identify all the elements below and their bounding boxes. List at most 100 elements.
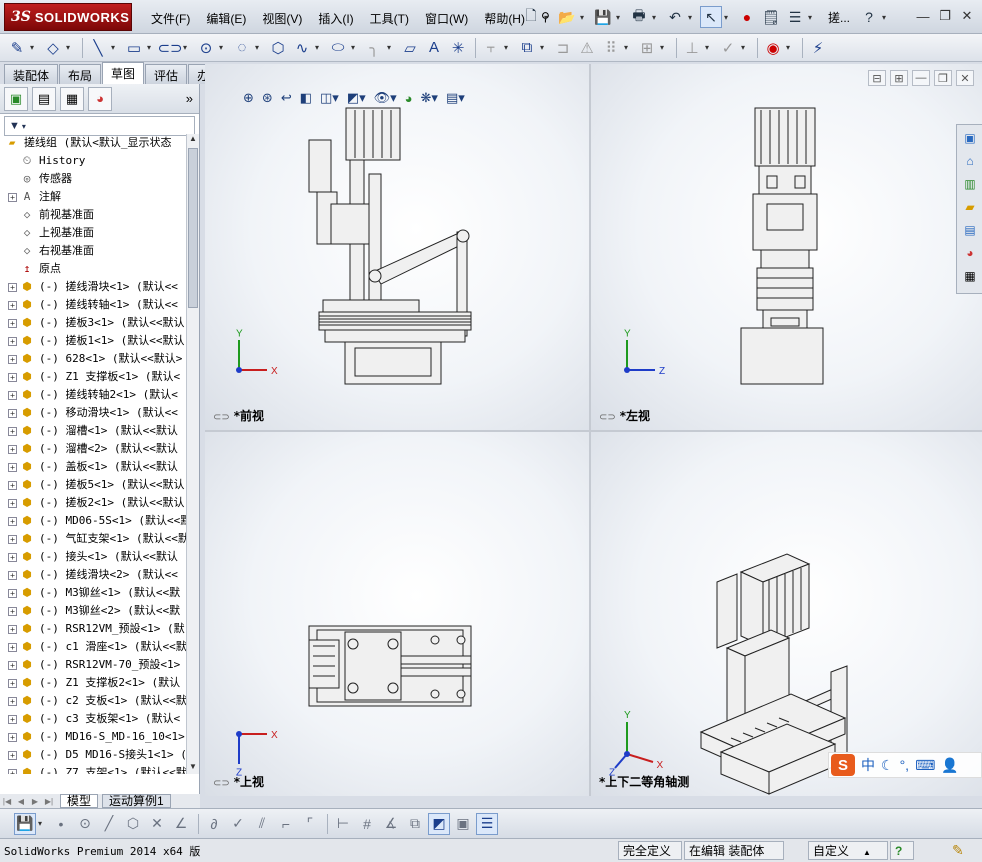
feature-tree-tab-icon[interactable]: ▣ xyxy=(4,86,28,111)
smart-dimension-icon[interactable]: ◇ xyxy=(42,37,64,59)
solidworks-logo[interactable]: 3S SOLIDWORKS xyxy=(4,3,132,31)
last-tab-icon[interactable]: ▶| xyxy=(42,797,56,806)
tree-expand-icon[interactable]: + xyxy=(8,696,17,706)
menu-edit[interactable]: 编辑(E) xyxy=(200,8,252,29)
open-folder-icon[interactable]: 📂 xyxy=(556,6,578,28)
fillet-icon[interactable]: ╮ xyxy=(363,37,385,59)
tree-expand-icon[interactable]: + xyxy=(8,570,17,580)
dimension-dropdown[interactable]: ▾ xyxy=(66,43,74,52)
menu-view[interactable]: 视图(V) xyxy=(256,8,308,29)
angle-dim-small-icon[interactable]: ∡ xyxy=(380,813,402,835)
tree-item[interactable]: ⏲ History xyxy=(0,152,186,170)
configuration-manager-tab-icon[interactable]: ▦ xyxy=(60,86,84,111)
tree-item[interactable]: + ⬢ (-) c1 滑座<1> (默认<<默 xyxy=(0,638,186,656)
tree-item[interactable]: + ⬢ (-) c2 支板<1> (默认<<默 xyxy=(0,692,186,710)
tree-expand-icon[interactable]: + xyxy=(8,750,17,760)
tree-display-icon[interactable]: ☰ xyxy=(476,812,498,835)
tree-scrollbar[interactable]: ▲ ▼ xyxy=(186,134,199,774)
dashed-corner-small-icon[interactable]: ⌜ xyxy=(299,813,321,835)
ime-moon-icon[interactable]: ☾ xyxy=(881,757,894,774)
tab-layout[interactable]: 布局 xyxy=(59,64,102,84)
restore-icon[interactable]: ❐ xyxy=(934,6,956,26)
tree-item[interactable]: ◇ 上视基准面 xyxy=(0,224,186,242)
polygon-small-icon[interactable]: ⬡ xyxy=(122,813,144,835)
point-icon[interactable]: ✳ xyxy=(447,37,469,59)
tree-expand-icon[interactable]: + xyxy=(8,714,17,724)
point-small-icon[interactable]: • xyxy=(50,813,72,835)
mirror-icon[interactable]: ⚠ xyxy=(576,37,598,59)
relations-dropdown[interactable]: ▾ xyxy=(705,43,713,52)
tree-expand-icon[interactable]: + xyxy=(8,426,17,436)
circle-small-icon[interactable]: ⊙ xyxy=(74,813,96,835)
new-document-icon[interactable]: 🗋 xyxy=(520,6,542,28)
tree-item[interactable]: + ⬢ (-) 搓线转轴<1> (默认<< xyxy=(0,296,186,314)
menu-file[interactable]: 文件(F) xyxy=(145,8,196,29)
link-views-icon[interactable]: ⊂⊃ xyxy=(599,412,616,423)
select-arrow-icon[interactable]: ↖ xyxy=(700,6,722,28)
tree-item[interactable]: + ⬢ (-) 溜槽<2> (默认<<默认 xyxy=(0,440,186,458)
tree-expand-icon[interactable]: + xyxy=(8,372,17,382)
rebuild-traffic-light-icon[interactable]: ● xyxy=(736,6,758,28)
print-icon[interactable]: 🖶 xyxy=(628,6,650,28)
help-question-icon[interactable]: ? xyxy=(858,6,880,28)
tree-item[interactable]: + ⬢ (-) RSR12VM_预設<1> (默 xyxy=(0,620,186,638)
ellipse-dropdown[interactable]: ▾ xyxy=(351,43,359,52)
tree-item[interactable]: + ⬢ (-) RSR12VM-70_预設<1> xyxy=(0,656,186,674)
help-button[interactable]: ? xyxy=(890,841,914,860)
tree-expand-icon[interactable]: + xyxy=(8,318,17,328)
cube-outline-small-icon[interactable]: ⧉ xyxy=(404,813,426,835)
parallel-small-icon[interactable]: ⫽ xyxy=(251,813,273,835)
spline-dropdown[interactable]: ▾ xyxy=(315,43,323,52)
sketch-icon[interactable]: ✎ xyxy=(6,37,28,59)
line-icon[interactable]: ╲ xyxy=(87,37,109,59)
dimension-small-icon[interactable]: ⊢ xyxy=(332,813,354,835)
tree-expand-icon[interactable]: + xyxy=(8,354,17,364)
tree-item[interactable]: + ⬢ (-) Z1 支撑板2<1> (默认 xyxy=(0,674,186,692)
tree-item[interactable]: ◇ 右视基准面 xyxy=(0,242,186,260)
fillet-dropdown[interactable]: ▾ xyxy=(387,43,395,52)
tree-item[interactable]: + ⬢ (-) 搓板1<1> (默认<<默认 xyxy=(0,332,186,350)
tree-item[interactable]: + ⬢ (-) M3铆丝<1> (默认<<默 xyxy=(0,584,186,602)
trim-dropdown[interactable]: ▾ xyxy=(504,43,512,52)
save-dropdown[interactable]: ▾ xyxy=(616,13,624,22)
tree-expand-icon[interactable]: + xyxy=(8,462,17,472)
tree-item[interactable]: + ⬢ (-) M3铆丝<2> (默认<<默 xyxy=(0,602,186,620)
help-dropdown[interactable]: ▾ xyxy=(882,13,890,22)
units-selector[interactable]: 自定义 ▲ xyxy=(808,841,888,860)
polygon-icon[interactable]: ⬡ xyxy=(267,37,289,59)
grid-small-icon[interactable]: # xyxy=(356,813,378,835)
spline-icon[interactable]: ∿ xyxy=(291,37,313,59)
angle-small-icon[interactable]: ∠ xyxy=(170,813,192,835)
tree-filter[interactable]: ▼ ▾ xyxy=(4,116,195,136)
display-states-icon[interactable]: ▣ xyxy=(452,813,474,835)
select-dropdown[interactable]: ▾ xyxy=(724,13,732,22)
expand-panel-icon[interactable]: » xyxy=(186,91,193,106)
move-dropdown[interactable]: ▾ xyxy=(660,43,668,52)
circle-dropdown[interactable]: ▾ xyxy=(219,43,227,52)
next-tab-icon[interactable]: ▶ xyxy=(28,797,42,806)
check-small-icon[interactable]: ✓ xyxy=(227,813,249,835)
line-dropdown[interactable]: ▾ xyxy=(111,43,119,52)
tree-item[interactable]: ◎ 传感器 xyxy=(0,170,186,188)
display-relations-icon[interactable]: ⊥ xyxy=(681,37,703,59)
tree-expand-icon[interactable]: + xyxy=(8,192,17,202)
tree-expand-icon[interactable]: + xyxy=(8,552,17,562)
open-dropdown[interactable]: ▾ xyxy=(580,13,588,22)
shaded-cube-icon[interactable]: ◩ xyxy=(428,812,450,835)
trim-icon[interactable]: ⫟ xyxy=(480,37,502,59)
convert-entities-icon[interactable]: ⧉ xyxy=(516,37,538,59)
cross-small-icon[interactable]: ✕ xyxy=(146,813,168,835)
text-icon[interactable]: A xyxy=(423,37,445,59)
undo-icon[interactable]: ↶ xyxy=(664,6,686,28)
tree-expand-icon[interactable]: + xyxy=(8,588,17,598)
scroll-down-icon[interactable]: ▼ xyxy=(187,762,199,774)
viewport-top[interactable]: XZ ⊂⊃ *上视 xyxy=(205,432,589,796)
home-icon[interactable]: ⌂ xyxy=(959,151,981,171)
ime-mode[interactable]: 中 xyxy=(861,755,875,775)
tree-expand-icon[interactable]: + xyxy=(8,516,17,526)
custom-properties-icon[interactable]: ▦ xyxy=(959,266,981,286)
convert-dropdown[interactable]: ▾ xyxy=(540,43,548,52)
scroll-thumb[interactable] xyxy=(188,148,198,308)
save-small-dropdown[interactable]: ▾ xyxy=(38,819,46,828)
tree-item[interactable]: + ⬢ (-) c3 支板架<1> (默认< xyxy=(0,710,186,728)
